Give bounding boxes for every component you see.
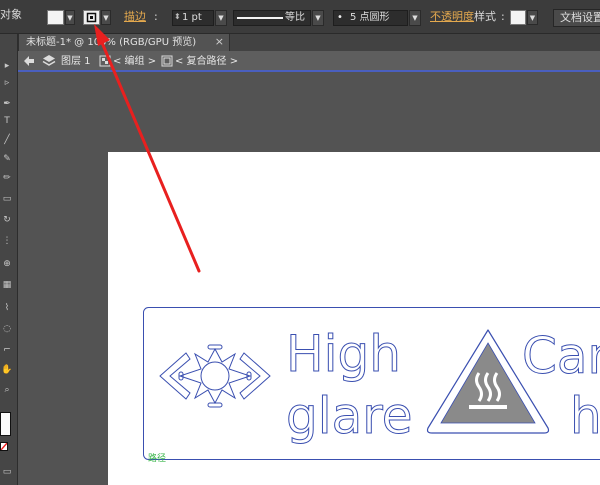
smart-guide-path-hint: 路径 (148, 452, 166, 464)
glare-emblem[interactable] (159, 344, 271, 408)
sign-text-h[interactable]: h (570, 387, 600, 446)
annotation-arrowhead-icon (94, 24, 110, 46)
glare-left-bracket (159, 352, 191, 400)
annotation-arrow (94, 24, 201, 273)
sign-text-glare[interactable]: glare (286, 387, 414, 446)
glare-right-bracket (239, 352, 271, 400)
sign-text-car[interactable]: Car (522, 327, 600, 386)
sign-text-high[interactable]: High (286, 325, 402, 384)
artwork-canvas: High glare Car h 路径 (94, 24, 600, 464)
glare-starburst (178, 347, 252, 405)
